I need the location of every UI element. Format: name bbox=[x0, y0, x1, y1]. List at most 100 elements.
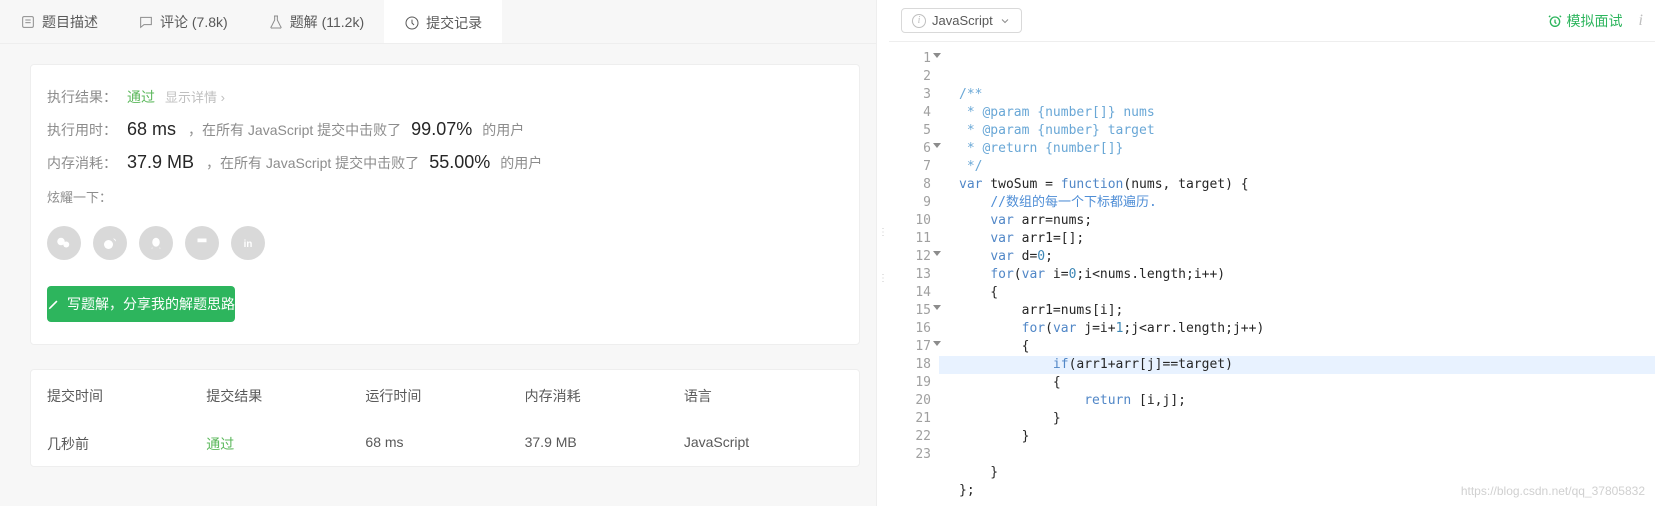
mock-label: 模拟面试 bbox=[1567, 11, 1623, 31]
line-number: 22 bbox=[889, 428, 931, 446]
exec-result-pass: 通过 bbox=[127, 87, 155, 107]
th-lang: 语言 bbox=[684, 386, 843, 406]
runtime-value: 68 ms bbox=[127, 119, 176, 140]
tab-label: 题解 (11.2k) bbox=[290, 12, 364, 32]
code-line: } bbox=[959, 464, 1655, 482]
code-line: /** bbox=[959, 86, 1655, 104]
language-value: JavaScript bbox=[932, 13, 993, 28]
weibo-icon[interactable] bbox=[93, 226, 127, 260]
runtime-pct: 99.07% bbox=[411, 119, 472, 140]
watermark: https://blog.csdn.net/qq_37805832 bbox=[1461, 482, 1645, 500]
code-line: return [i,j]; bbox=[959, 392, 1655, 410]
td-lang: JavaScript bbox=[684, 434, 843, 454]
th-runtime: 运行时间 bbox=[365, 386, 524, 406]
runtime-text1: ，在所有 JavaScript 提交中击败了 bbox=[188, 120, 401, 140]
line-number: 17 bbox=[889, 338, 931, 356]
tab-label: 评论 (7.8k) bbox=[160, 12, 228, 32]
code-line bbox=[959, 446, 1655, 464]
table-row[interactable]: 几秒前 通过 68 ms 37.9 MB JavaScript bbox=[31, 422, 859, 466]
line-number: 2 bbox=[889, 68, 931, 86]
show-detail-link[interactable]: 显示详情 › bbox=[165, 87, 225, 106]
code-content[interactable]: /** * @param {number[]} nums * @param {n… bbox=[939, 42, 1655, 506]
code-line: arr1=nums[i]; bbox=[959, 302, 1655, 320]
line-number: 1 bbox=[889, 50, 931, 68]
code-line: if(arr1+arr[j]==target) bbox=[939, 356, 1655, 374]
panel-splitter[interactable] bbox=[877, 0, 889, 506]
share-icons: in bbox=[47, 226, 265, 260]
submissions-table: 提交时间 提交结果 运行时间 内存消耗 语言 几秒前 通过 68 ms 37.9… bbox=[30, 369, 860, 467]
code-line: } bbox=[959, 410, 1655, 428]
language-select[interactable]: i JavaScript bbox=[901, 8, 1022, 33]
line-number: 4 bbox=[889, 104, 931, 122]
line-number: 16 bbox=[889, 320, 931, 338]
td-time: 几秒前 bbox=[47, 434, 206, 454]
td-runtime: 68 ms bbox=[365, 434, 524, 454]
line-number: 14 bbox=[889, 284, 931, 302]
line-number: 11 bbox=[889, 230, 931, 248]
runtime-text2: 的用户 bbox=[482, 120, 524, 140]
description-icon bbox=[20, 14, 36, 30]
result-card: 执行结果： 通过 显示详情 › 执行用时： 68 ms ，在所有 JavaScr… bbox=[30, 64, 860, 345]
line-number: 15 bbox=[889, 302, 931, 320]
tab-label: 提交记录 bbox=[426, 13, 482, 33]
code-line: * @param {number[]} nums bbox=[959, 104, 1655, 122]
code-line: //数组的每一个下标都遍历. bbox=[959, 194, 1655, 212]
flask-icon bbox=[268, 14, 284, 30]
code-line: * @param {number} target bbox=[959, 122, 1655, 140]
th-result: 提交结果 bbox=[206, 386, 365, 406]
write-btn-label: 写题解，分享我的解题思路 bbox=[67, 294, 235, 314]
mock-interview-link[interactable]: 模拟面试 bbox=[1547, 11, 1623, 31]
code-editor[interactable]: 1234567891011121314151617181920212223 /*… bbox=[889, 42, 1655, 506]
code-line: */ bbox=[959, 158, 1655, 176]
tabs: 题目描述 评论 (7.8k) 题解 (11.2k) 提交记录 bbox=[0, 0, 876, 44]
write-solution-button[interactable]: 写题解，分享我的解题思路 bbox=[47, 286, 235, 322]
editor-header: i JavaScript 模拟面试 i bbox=[889, 0, 1655, 42]
exec-result-label: 执行结果： bbox=[47, 87, 117, 107]
linkedin-icon[interactable]: in bbox=[231, 226, 265, 260]
pencil-icon bbox=[47, 297, 61, 311]
line-gutter: 1234567891011121314151617181920212223 bbox=[889, 42, 939, 506]
line-number: 23 bbox=[889, 446, 931, 464]
td-memory: 37.9 MB bbox=[525, 434, 684, 454]
line-number: 3 bbox=[889, 86, 931, 104]
douban-icon[interactable] bbox=[185, 226, 219, 260]
line-number: 8 bbox=[889, 176, 931, 194]
runtime-label: 执行用时： bbox=[47, 120, 117, 140]
line-number: 12 bbox=[889, 248, 931, 266]
code-line: var d=0; bbox=[959, 248, 1655, 266]
line-number: 7 bbox=[889, 158, 931, 176]
code-line: { bbox=[959, 374, 1655, 392]
tab-comments[interactable]: 评论 (7.8k) bbox=[118, 0, 248, 43]
memory-pct: 55.00% bbox=[429, 152, 490, 173]
qq-icon[interactable] bbox=[139, 226, 173, 260]
code-line: * @return {number[]} bbox=[959, 140, 1655, 158]
info-icon[interactable]: i bbox=[1639, 12, 1643, 30]
tab-description[interactable]: 题目描述 bbox=[0, 0, 118, 43]
alarm-icon bbox=[1547, 13, 1563, 29]
tab-label: 题目描述 bbox=[42, 12, 98, 32]
right-panel: i JavaScript 模拟面试 i 12345678910111213141… bbox=[889, 0, 1655, 506]
table-header: 提交时间 提交结果 运行时间 内存消耗 语言 bbox=[31, 370, 859, 422]
td-result: 通过 bbox=[206, 434, 365, 454]
share-label: 炫耀一下： bbox=[47, 187, 112, 206]
line-number: 20 bbox=[889, 392, 931, 410]
tab-solutions[interactable]: 题解 (11.2k) bbox=[248, 0, 384, 43]
memory-label: 内存消耗： bbox=[47, 153, 117, 173]
memory-value: 37.9 MB bbox=[127, 152, 194, 173]
code-line: { bbox=[959, 338, 1655, 356]
line-number: 6 bbox=[889, 140, 931, 158]
memory-text1: ，在所有 JavaScript 提交中击败了 bbox=[206, 153, 419, 173]
svg-text:in: in bbox=[244, 239, 253, 250]
tab-submissions[interactable]: 提交记录 bbox=[384, 0, 502, 43]
line-number: 10 bbox=[889, 212, 931, 230]
wechat-icon[interactable] bbox=[47, 226, 81, 260]
left-panel: 题目描述 评论 (7.8k) 题解 (11.2k) 提交记录 执行结果： 通过 … bbox=[0, 0, 877, 506]
line-number: 18 bbox=[889, 356, 931, 374]
info-circle-icon: i bbox=[912, 14, 926, 28]
code-line: var twoSum = function(nums, target) { bbox=[959, 176, 1655, 194]
comment-icon bbox=[138, 14, 154, 30]
code-line: for(var j=i+1;j<arr.length;j++) bbox=[959, 320, 1655, 338]
line-number: 19 bbox=[889, 374, 931, 392]
line-number: 21 bbox=[889, 410, 931, 428]
line-number: 5 bbox=[889, 122, 931, 140]
